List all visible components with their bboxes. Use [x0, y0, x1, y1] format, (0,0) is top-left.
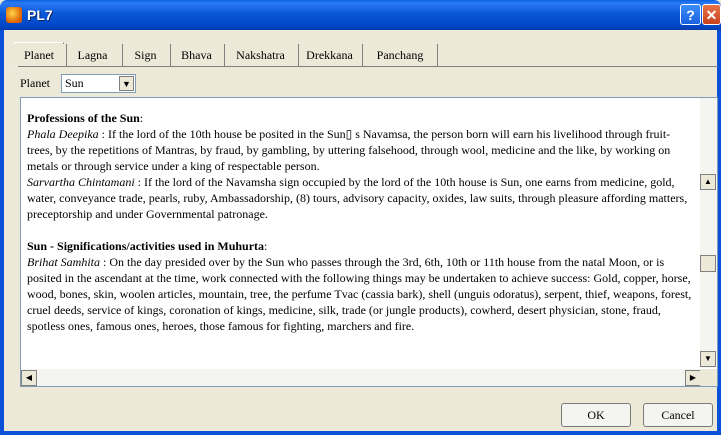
window-frame-bottom — [0, 431, 721, 435]
scroll-right-icon[interactable]: ▶ — [685, 370, 701, 386]
tab-divider — [18, 66, 718, 67]
close-button[interactable]: ✕ — [702, 4, 721, 25]
tab-lagna[interactable]: Lagna — [66, 44, 118, 66]
tab-panchang[interactable]: Panchang — [362, 44, 438, 66]
source-sarvartha-chintamani: Sarvartha Chintamani — [27, 175, 135, 189]
heading-colon: : — [139, 111, 144, 125]
horizontal-scrollbar[interactable]: ◀ ▶ — [21, 369, 702, 386]
window-frame-left — [0, 30, 4, 435]
paragraph-text: : If the lord of the 10th house be posit… — [27, 127, 671, 173]
source-phala-deepika: Phala Deepika — [27, 127, 99, 141]
ok-button[interactable]: OK — [561, 403, 631, 427]
help-button[interactable]: ? — [680, 4, 701, 25]
scroll-down-icon[interactable]: ▼ — [700, 351, 716, 367]
window-title: PL7 — [27, 7, 53, 23]
heading-colon: : — [264, 239, 268, 253]
tab-planet[interactable]: Planet — [14, 44, 64, 66]
planet-dropdown[interactable]: Sun ▼ — [61, 74, 136, 93]
planet-dropdown-value: Sun — [65, 76, 84, 90]
paragraph-text: : On the day presided over by the Sun wh… — [27, 255, 692, 333]
section-heading-muhurta: Sun - Significations/activities used in … — [27, 239, 265, 253]
title-bar[interactable]: PL7 ? ✕ — [0, 0, 721, 30]
vertical-scrollbar[interactable]: ▲ ▼ — [700, 98, 717, 368]
description-content: Professions of the Sun: Phala Deepika : … — [27, 110, 695, 334]
source-brihat-samhita: Brihat Samhita — [27, 255, 101, 269]
scrollbar-corner — [700, 369, 717, 386]
tab-drekkana[interactable]: Drekkana — [298, 44, 360, 66]
scroll-up-icon[interactable]: ▲ — [700, 174, 716, 190]
chevron-down-icon[interactable]: ▼ — [119, 76, 134, 91]
tab-bhava[interactable]: Bhava — [170, 44, 222, 66]
cancel-button[interactable]: Cancel — [643, 403, 713, 427]
description-textbox[interactable]: Professions of the Sun: Phala Deepika : … — [20, 97, 718, 387]
planet-label: Planet — [20, 76, 50, 90]
app-icon — [6, 7, 22, 23]
tab-nakshatra[interactable]: Nakshatra — [224, 44, 296, 66]
vertical-scroll-thumb[interactable] — [700, 255, 716, 272]
section-heading-professions: Professions of the Sun — [27, 111, 140, 125]
tab-sign[interactable]: Sign — [122, 44, 168, 66]
scroll-left-icon[interactable]: ◀ — [21, 370, 37, 386]
